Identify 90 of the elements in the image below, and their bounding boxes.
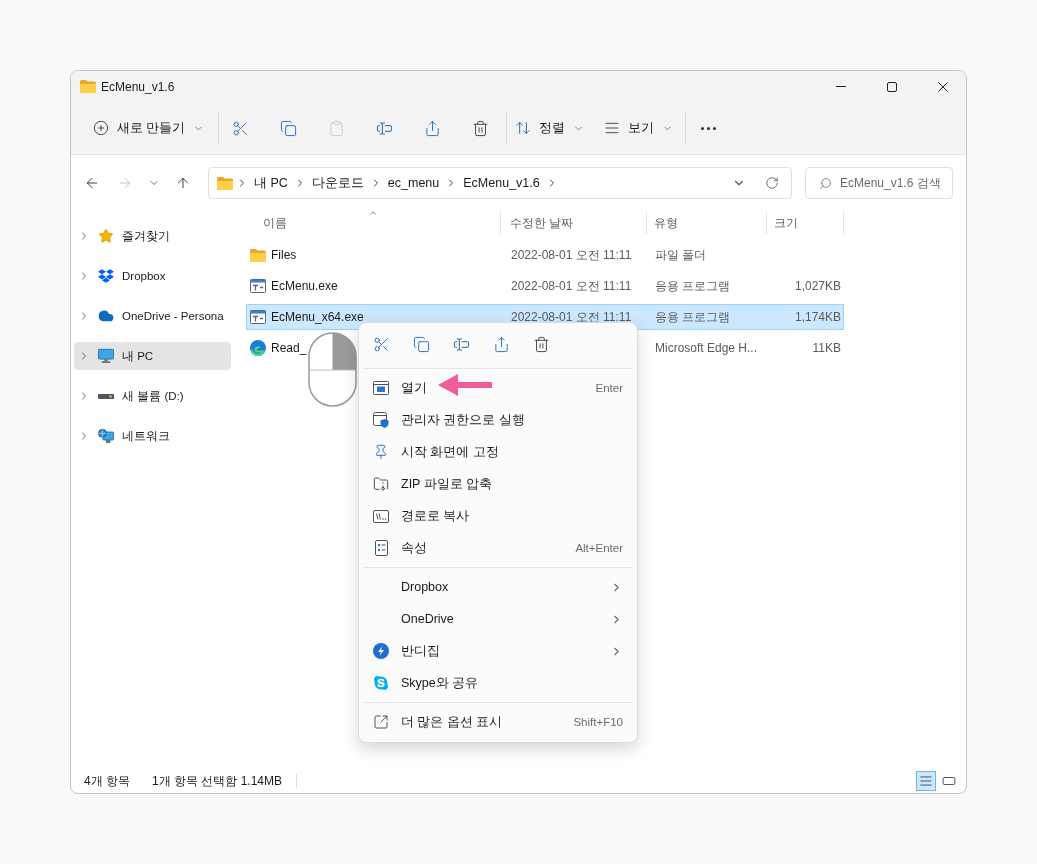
menu-item[interactable]: 시작 화면에 고정 (359, 436, 637, 468)
view-button[interactable]: 보기 (596, 111, 682, 145)
menu-item[interactable]: 관리자 권한으로 실행 (359, 404, 637, 436)
maximize-icon (887, 81, 897, 92)
menu-item[interactable]: 속성 Alt+Enter (359, 532, 637, 564)
sidebar-item[interactable]: Dropbox (74, 262, 231, 290)
selection-info: 1개 항목 선택함 1.14MB (152, 772, 283, 790)
folder-icon (250, 248, 266, 262)
file-row[interactable]: EcMenu.exe 2022-08-01 오전 11:11 응용 프로그램 1,027KB (246, 273, 844, 299)
lightning-circle-icon (373, 643, 389, 659)
sidebar-item[interactable]: 즐겨찾기 (74, 222, 231, 250)
monitor-icon (98, 348, 114, 364)
file-row[interactable]: Read_ Microsoft Edge H... 11KB (246, 335, 844, 361)
breadcrumb[interactable]: 다운로드 (308, 171, 367, 195)
shortcut-text: Enter (595, 382, 623, 394)
window-icon (373, 381, 389, 395)
program-icon (250, 279, 266, 293)
file-name: EcMenu_x64.exe (271, 310, 364, 324)
properties-icon (374, 540, 388, 556)
file-type: 응용 프로그램 (655, 309, 731, 324)
dropbox-icon (98, 268, 114, 284)
shortcut-text: Shift+F10 (573, 716, 623, 728)
breadcrumb[interactable]: ec_menu (384, 171, 443, 195)
scissors-icon (372, 335, 390, 353)
pointer-arrow (438, 374, 492, 396)
breadcrumb[interactable]: 내 PC (251, 171, 291, 195)
program-icon (250, 310, 266, 324)
column-header[interactable]: 유형 (647, 212, 767, 234)
file-type: Microsoft Edge H... (655, 341, 758, 355)
share-icon (492, 335, 510, 353)
file-type: 응용 프로그램 (655, 278, 731, 293)
modified-date: 2022-08-01 오전 11:11 (511, 309, 632, 324)
menu-item[interactable]: Skype와 공유 (359, 667, 637, 699)
sidebar-item[interactable]: 내 PC (74, 342, 231, 370)
rename-icon (452, 335, 470, 353)
file-name: EcMenu.exe (271, 279, 338, 293)
skype-icon (373, 675, 389, 691)
menu-item[interactable]: Dropbox (359, 571, 637, 603)
lines-icon (604, 120, 621, 136)
edge-icon (250, 340, 266, 356)
menu-item[interactable]: 반디집 (359, 635, 637, 667)
copy-icon (412, 335, 430, 353)
menu-item[interactable]: OneDrive (359, 603, 637, 635)
shortcut-text: Alt+Enter (575, 542, 623, 554)
modified-date: 2022-08-01 오전 11:11 (511, 278, 632, 293)
window-title: EcMenu_v1.6 (101, 79, 175, 94)
menu-item[interactable]: 더 많은 옵션 표시 Shift+F10 (359, 706, 637, 738)
file-size: 1,174KB (794, 310, 841, 324)
search-field[interactable]: EcMenu_v1.6 검색 (805, 167, 953, 199)
monitor-globe-icon (98, 428, 114, 444)
plus-circle-icon (93, 120, 109, 136)
menu-item[interactable]: 경로로 복사 (359, 500, 637, 532)
lines-icon (919, 774, 933, 788)
sort-icon (515, 120, 532, 136)
trash-icon (532, 335, 550, 353)
file-name: Files (271, 248, 297, 262)
file-name: Read_ (271, 341, 307, 355)
drive-icon (98, 393, 114, 399)
column-header[interactable]: 수정한 날짜 (501, 212, 647, 234)
sort-button[interactable]: 정렬 (507, 111, 593, 145)
minimize-icon (836, 86, 846, 87)
file-size: 11KB (812, 341, 841, 355)
breadcrumb[interactable]: EcMenu_v1.6 (460, 171, 543, 195)
shield-window-icon (373, 412, 389, 428)
new-button[interactable]: 새로 만들기 (85, 111, 213, 145)
pin-icon (373, 444, 389, 460)
item-count: 4개 항목 (84, 772, 130, 790)
address-bar[interactable]: 내 PC 다운로드 ec_menu EcMenu_v1.6 (208, 167, 792, 199)
sidebar-item[interactable]: OneDrive - Persona (74, 302, 231, 330)
ellipsis-icon (701, 126, 716, 130)
column-header[interactable]: 이름 (246, 212, 501, 234)
external-box-icon (373, 714, 389, 730)
folder-icon (217, 176, 233, 190)
menu-item[interactable]: ZIP 파일로 압축 (359, 468, 637, 500)
close-icon (938, 81, 948, 92)
search-icon (819, 177, 832, 190)
file-row[interactable]: Files 2022-08-01 오전 11:11 파일 폴더 (246, 242, 844, 268)
column-header[interactable]: 크기 (767, 212, 844, 234)
rectangle-icon (942, 774, 956, 788)
modified-date: 2022-08-01 오전 11:11 (511, 247, 632, 262)
star-icon (98, 228, 114, 244)
zip-folder-icon (373, 476, 389, 492)
sidebar-item[interactable]: 네트워크 (74, 422, 231, 450)
file-type: 파일 폴더 (655, 247, 707, 262)
sidebar-item[interactable]: 새 볼륨 (D:) (74, 382, 231, 410)
refresh-icon (765, 176, 779, 190)
cloud-icon (98, 308, 114, 324)
folder-icon (80, 80, 96, 93)
file-size: 1,027KB (794, 279, 841, 293)
path-icon (373, 509, 389, 523)
